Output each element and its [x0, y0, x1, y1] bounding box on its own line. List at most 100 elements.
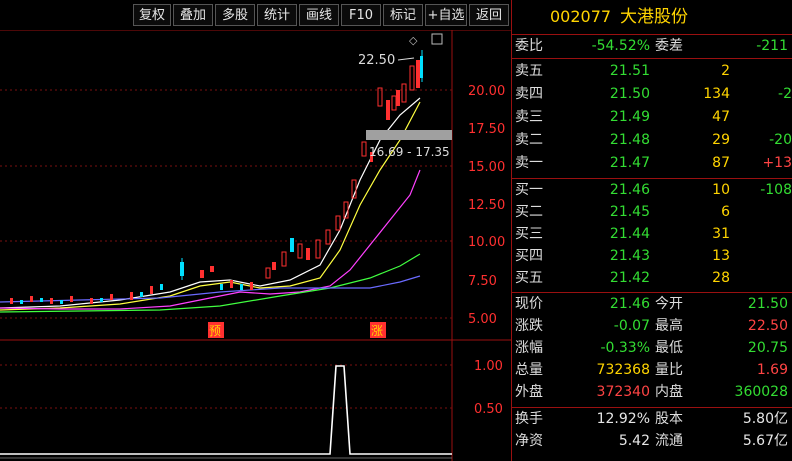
- stat-value: 12.92%: [596, 411, 650, 427]
- diamond-icon[interactable]: ◇: [409, 34, 418, 47]
- bid-change: [734, 224, 792, 244]
- candle: [396, 90, 400, 106]
- price-band: [366, 130, 452, 140]
- stat-value: 21.50: [747, 296, 788, 312]
- multi-stock-button[interactable]: 多股: [215, 4, 255, 26]
- bid-label: 买四: [515, 248, 543, 264]
- candle: [315, 239, 321, 259]
- price-tick: 17.50: [468, 122, 505, 137]
- stat-label: 量比: [655, 362, 683, 378]
- ma5-line: [0, 97, 421, 309]
- kline-chart[interactable]: 20.00 17.50 15.00 12.50 10.00 7.50 5.00 …: [0, 30, 511, 461]
- candle: [290, 238, 294, 252]
- kline-chart-area[interactable]: 20.00 17.50 15.00 12.50 10.00 7.50 5.00 …: [0, 30, 511, 461]
- ask-volume: 2: [721, 63, 730, 79]
- weibi-label: 委比: [515, 38, 543, 54]
- stat-value: 5.67亿: [742, 433, 788, 449]
- candle: [361, 141, 367, 157]
- stat-label: 涨幅: [515, 340, 543, 356]
- chart-toolbar: 复权 叠加 多股 统计 画线 F10 标记 +自选 返回: [0, 0, 511, 30]
- ask-label: 卖三: [515, 109, 543, 125]
- bid-price: 21.42: [609, 270, 650, 286]
- candle: [297, 243, 303, 259]
- forecast-marker-label: 预: [209, 324, 221, 338]
- ask-change: [734, 61, 792, 81]
- stat-label: 总量: [515, 362, 543, 378]
- candle: [265, 267, 271, 279]
- price-tick: 15.00: [468, 160, 505, 175]
- ask-price: 21.50: [609, 86, 650, 102]
- ask-price: 21.49: [609, 109, 650, 125]
- stat-label: 现价: [515, 296, 543, 312]
- indicator-line: [0, 365, 452, 455]
- stat-value: 360028: [734, 384, 788, 400]
- high-pointer: [397, 57, 415, 61]
- bid-price: 21.43: [609, 248, 650, 264]
- price-tick: 7.50: [468, 274, 497, 289]
- back-button[interactable]: 返回: [469, 4, 509, 26]
- candle: [409, 65, 415, 91]
- indicator-tick: 0.50: [474, 402, 503, 417]
- candle: [377, 87, 383, 107]
- stat-label: 最高: [655, 318, 683, 334]
- f10-button[interactable]: F10: [341, 4, 381, 26]
- draw-line-button[interactable]: 画线: [299, 4, 339, 26]
- candle: [306, 248, 310, 260]
- weicha-value: -211: [756, 38, 788, 54]
- price-tick: 12.50: [468, 198, 505, 213]
- candle: [386, 100, 390, 120]
- divider: [512, 292, 792, 293]
- ask-volume: 134: [703, 86, 730, 102]
- stat-label: 流通: [655, 433, 683, 449]
- stock-name: 大港股份: [620, 7, 688, 27]
- bid-change: [734, 268, 792, 288]
- ask-change: -20: [769, 132, 792, 148]
- stat-label: 净资: [515, 433, 543, 449]
- price-tick: 5.00: [468, 312, 497, 327]
- ask-volume: 29: [712, 132, 730, 148]
- stock-code: 002077: [550, 7, 612, 26]
- divider: [512, 407, 792, 408]
- expand-icon[interactable]: [431, 33, 443, 45]
- bid-price: 21.44: [609, 226, 650, 242]
- ask-volume: 87: [712, 155, 730, 171]
- stat-value: 22.50: [747, 318, 788, 334]
- bid-label: 买三: [515, 226, 543, 242]
- stat-label: 内盘: [655, 384, 683, 400]
- ask-price: 21.51: [609, 63, 650, 79]
- moving-averages: [0, 97, 421, 313]
- quote-title: 002077 大港股份: [512, 0, 792, 34]
- bid-volume: 10: [712, 182, 730, 198]
- candle: [210, 266, 214, 272]
- candle: [272, 262, 276, 270]
- weibi-value: -54.52%: [591, 38, 650, 54]
- bid-price: 21.45: [609, 204, 650, 220]
- surge-marker-label: 涨: [371, 323, 383, 338]
- stat-label: 换手: [515, 411, 543, 427]
- mark-button[interactable]: 标记: [383, 4, 423, 26]
- bid-volume: 13: [712, 248, 730, 264]
- overlay-button[interactable]: 叠加: [173, 4, 213, 26]
- add-watchlist-button[interactable]: +自选: [425, 4, 467, 26]
- bid-volume: 28: [712, 270, 730, 286]
- fuquan-button[interactable]: 复权: [133, 4, 171, 26]
- stat-value: -0.07: [613, 318, 650, 334]
- weicha-label: 委差: [655, 38, 683, 54]
- price-tick: 10.00: [468, 235, 505, 250]
- candle: [416, 60, 420, 88]
- bid-change: [734, 202, 792, 222]
- statistics-button[interactable]: 统计: [257, 4, 297, 26]
- stat-label: 最低: [655, 340, 683, 356]
- bid-change: [734, 246, 792, 266]
- candle: [391, 95, 397, 111]
- candle: [200, 270, 204, 278]
- ask-label: 卖一: [515, 155, 543, 171]
- ask-label: 卖四: [515, 86, 543, 102]
- bid-label: 买一: [515, 182, 543, 198]
- divider: [512, 34, 792, 35]
- candle: [401, 83, 407, 103]
- high-price-label: 22.50: [358, 53, 395, 68]
- band-range-label: 16.69 - 17.35: [369, 145, 450, 159]
- bid-label: 买二: [515, 204, 543, 220]
- divider: [512, 178, 792, 179]
